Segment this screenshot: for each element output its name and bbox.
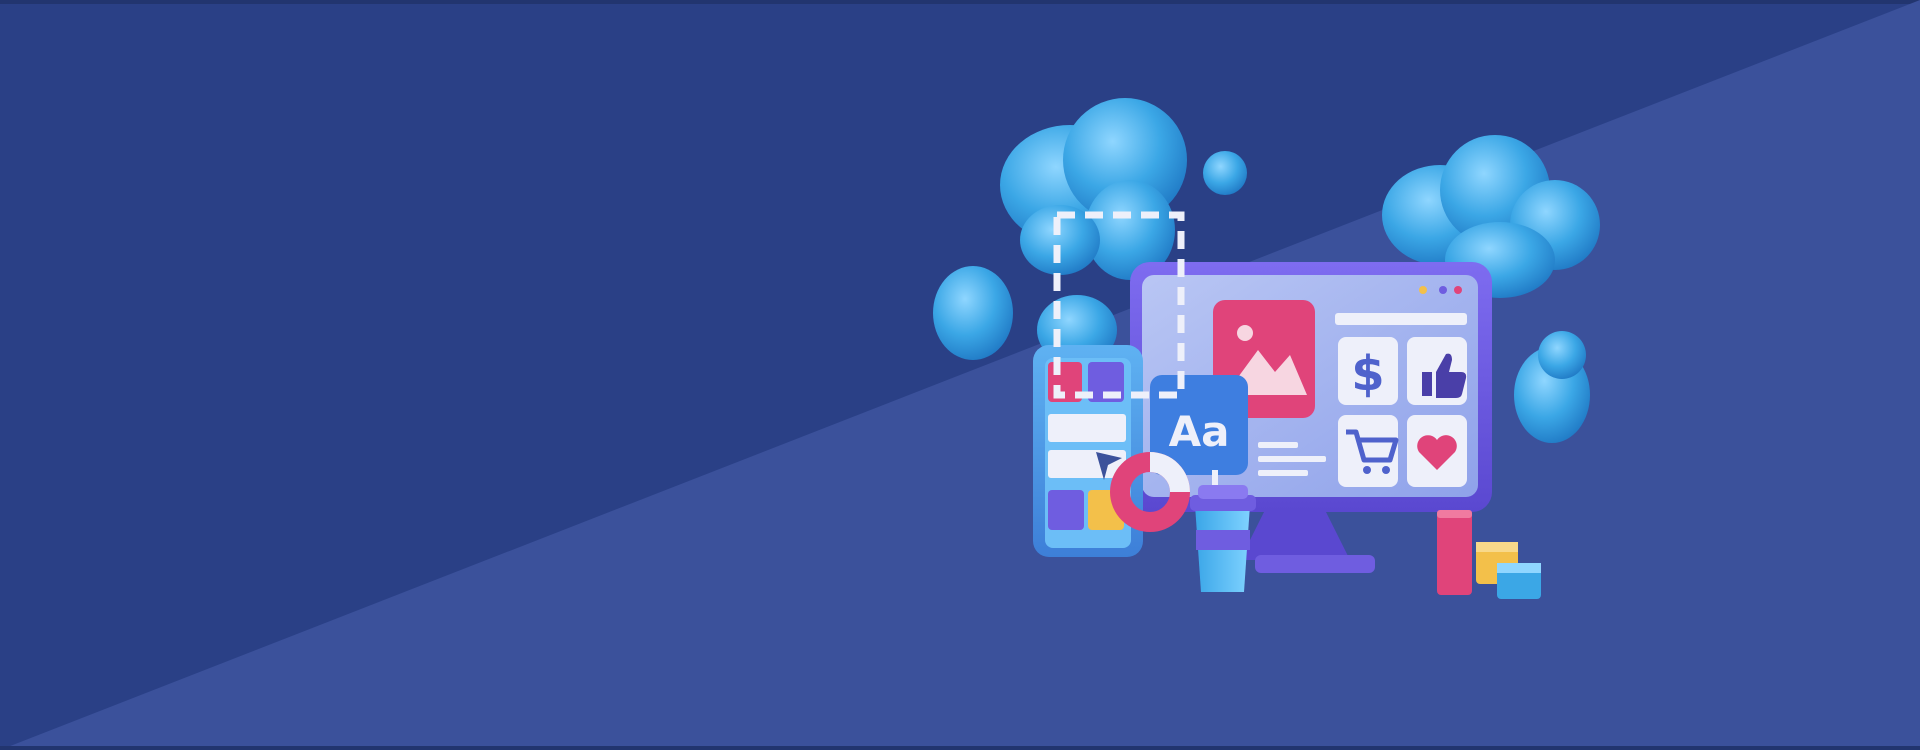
thumbs-up-icon xyxy=(1407,337,1467,405)
dollar-icon: $ xyxy=(1338,337,1398,405)
font-sample-text: Aa xyxy=(1169,407,1230,456)
bubble-icon xyxy=(1203,151,1247,195)
web-design-illustration: $ Aa xyxy=(933,98,1600,599)
cart-icon xyxy=(1338,415,1399,487)
cube-icon xyxy=(1497,563,1541,599)
bubble-icon xyxy=(933,266,1013,360)
cloud-icon xyxy=(1000,98,1187,280)
coffee-cup-icon xyxy=(1190,485,1256,592)
heart-icon xyxy=(1407,415,1467,487)
bubble-icon xyxy=(1514,331,1590,443)
phone-icon xyxy=(1033,345,1143,557)
svg-text:$: $ xyxy=(1351,346,1384,402)
hero-banner: $ Aa xyxy=(0,0,1920,750)
bar-block-icon xyxy=(1437,510,1472,595)
